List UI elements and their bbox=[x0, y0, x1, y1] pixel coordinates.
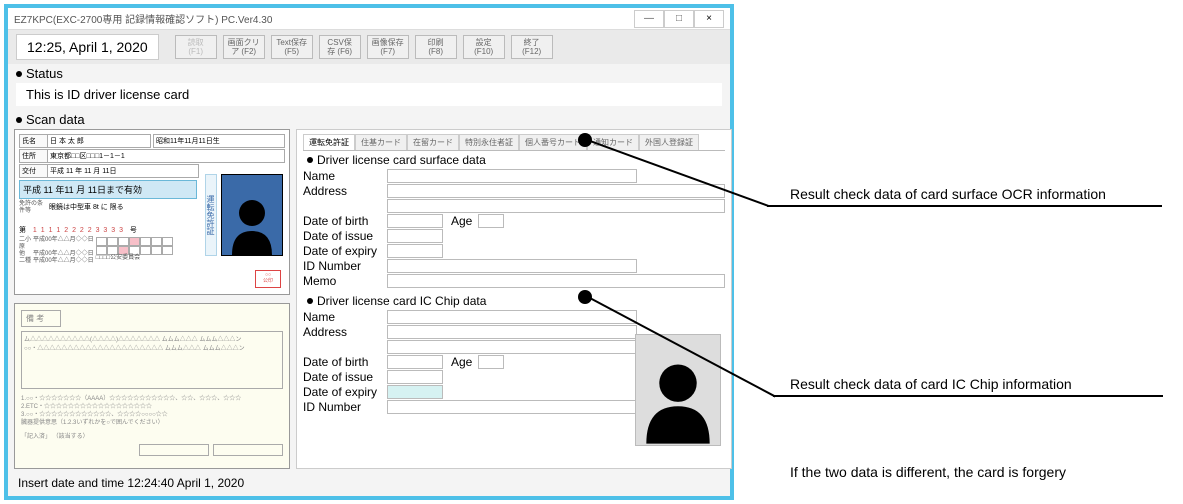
status-text: This is ID driver license card bbox=[16, 83, 722, 106]
insert-datetime: Insert date and time 12:24:40 April 1, 2… bbox=[18, 476, 244, 490]
surface-idnum-input[interactable] bbox=[387, 259, 637, 273]
ic-data-section: Driver license card IC Chip data Name Ad… bbox=[303, 294, 725, 414]
status-label: Status bbox=[8, 64, 730, 83]
toolbar-btn-textsave[interactable]: Text保存 (F5) bbox=[271, 35, 313, 59]
surface-doe-input[interactable] bbox=[387, 244, 443, 258]
ic-doi-input[interactable] bbox=[387, 370, 443, 384]
surface-age-input[interactable] bbox=[478, 214, 504, 228]
surface-memo-input[interactable] bbox=[387, 274, 725, 288]
ic-address2-input[interactable] bbox=[387, 340, 637, 354]
ic-address-input[interactable] bbox=[387, 325, 637, 339]
ic-idnum-input[interactable] bbox=[387, 400, 637, 414]
callout-line-1b bbox=[767, 205, 1162, 207]
stamp-icon: ○○公印 bbox=[255, 270, 281, 288]
app-window: EZ7KPC(EXC-2700専用 記録情報確認ソフト) PC.Ver4.30 … bbox=[4, 4, 734, 500]
tab-special-perm[interactable]: 特別永住者証 bbox=[459, 134, 519, 150]
scan-data-label: Scan data bbox=[8, 110, 730, 129]
toolbar-btn-exit[interactable]: 終了 (F12) bbox=[511, 35, 553, 59]
toolbar: 12:25, April 1, 2020 読取 (F1) 画面クリア (F2) … bbox=[8, 30, 730, 64]
toolbar-btn-imgsave[interactable]: 画像保存 (F7) bbox=[367, 35, 409, 59]
toolbar-btn-settings[interactable]: 設定 (F10) bbox=[463, 35, 505, 59]
validity-bar: 平成 11 年11 月 11日まで有効 bbox=[19, 180, 197, 199]
data-panel: 運転免許証 住基カード 在留カード 特別永住者証 個人番号カード 通知カード 外… bbox=[296, 129, 732, 469]
ic-photo bbox=[635, 334, 721, 446]
ic-name-input[interactable] bbox=[387, 310, 637, 324]
minimize-button[interactable]: — bbox=[634, 10, 664, 28]
card-photo bbox=[221, 174, 283, 256]
surface-address2-input[interactable] bbox=[387, 199, 725, 213]
tab-foreign-reg[interactable]: 外国人登録証 bbox=[639, 134, 699, 150]
tab-residence[interactable]: 在留カード bbox=[407, 134, 459, 150]
toolbar-btn-read[interactable]: 読取 (F1) bbox=[175, 35, 217, 59]
time-display: 12:25, April 1, 2020 bbox=[16, 34, 159, 60]
toolbar-btn-print[interactable]: 印刷 (F8) bbox=[415, 35, 457, 59]
titlebar: EZ7KPC(EXC-2700専用 記録情報確認ソフト) PC.Ver4.30 … bbox=[8, 8, 730, 30]
tab-mynumber[interactable]: 個人番号カード bbox=[519, 134, 587, 150]
annotation-forgery: If the two data is different, the card i… bbox=[790, 464, 1066, 480]
annotation-ic: Result check data of card IC Chip inform… bbox=[790, 376, 1072, 392]
ic-doe-input[interactable] bbox=[387, 385, 443, 399]
card-title-vertical: 運転免許証 bbox=[205, 174, 217, 256]
tab-jukicard[interactable]: 住基カード bbox=[355, 134, 407, 150]
maximize-button[interactable]: □ bbox=[664, 10, 694, 28]
toolbar-btn-clear[interactable]: 画面クリア (F2) bbox=[223, 35, 265, 59]
surface-dob-input[interactable] bbox=[387, 214, 443, 228]
card-type-tabs: 運転免許証 住基カード 在留カード 特別永住者証 個人番号カード 通知カード 外… bbox=[303, 134, 725, 151]
card-front-image: 氏名日 本 太 郎 昭和11年11月11日生 住所東京都□□区□□□1－1－1 … bbox=[14, 129, 290, 295]
callout-line-2b bbox=[773, 395, 1163, 397]
surface-name-input[interactable] bbox=[387, 169, 637, 183]
annotation-ocr: Result check data of card surface OCR in… bbox=[790, 186, 1106, 202]
surface-doi-input[interactable] bbox=[387, 229, 443, 243]
card-back-image: 備 考 ム△△△△△△△△△△(△△△△)△△△△△△△ ムムム△△△ ムムム△… bbox=[14, 303, 290, 469]
close-button[interactable]: × bbox=[694, 10, 724, 28]
surface-address-input[interactable] bbox=[387, 184, 725, 198]
ic-age-input[interactable] bbox=[478, 355, 504, 369]
toolbar-btn-csvsave[interactable]: CSV保存 (F6) bbox=[319, 35, 361, 59]
tab-driver-license[interactable]: 運転免許証 bbox=[303, 134, 355, 150]
ic-dob-input[interactable] bbox=[387, 355, 443, 369]
window-title: EZ7KPC(EXC-2700専用 記録情報確認ソフト) PC.Ver4.30 bbox=[14, 11, 634, 26]
scan-images-column: 氏名日 本 太 郎 昭和11年11月11日生 住所東京都□□区□□□1－1－1 … bbox=[14, 129, 290, 469]
surface-data-section: Driver license card surface data Name Ad… bbox=[303, 153, 725, 288]
person-silhouette-icon bbox=[227, 193, 277, 255]
person-silhouette-icon bbox=[642, 353, 714, 445]
